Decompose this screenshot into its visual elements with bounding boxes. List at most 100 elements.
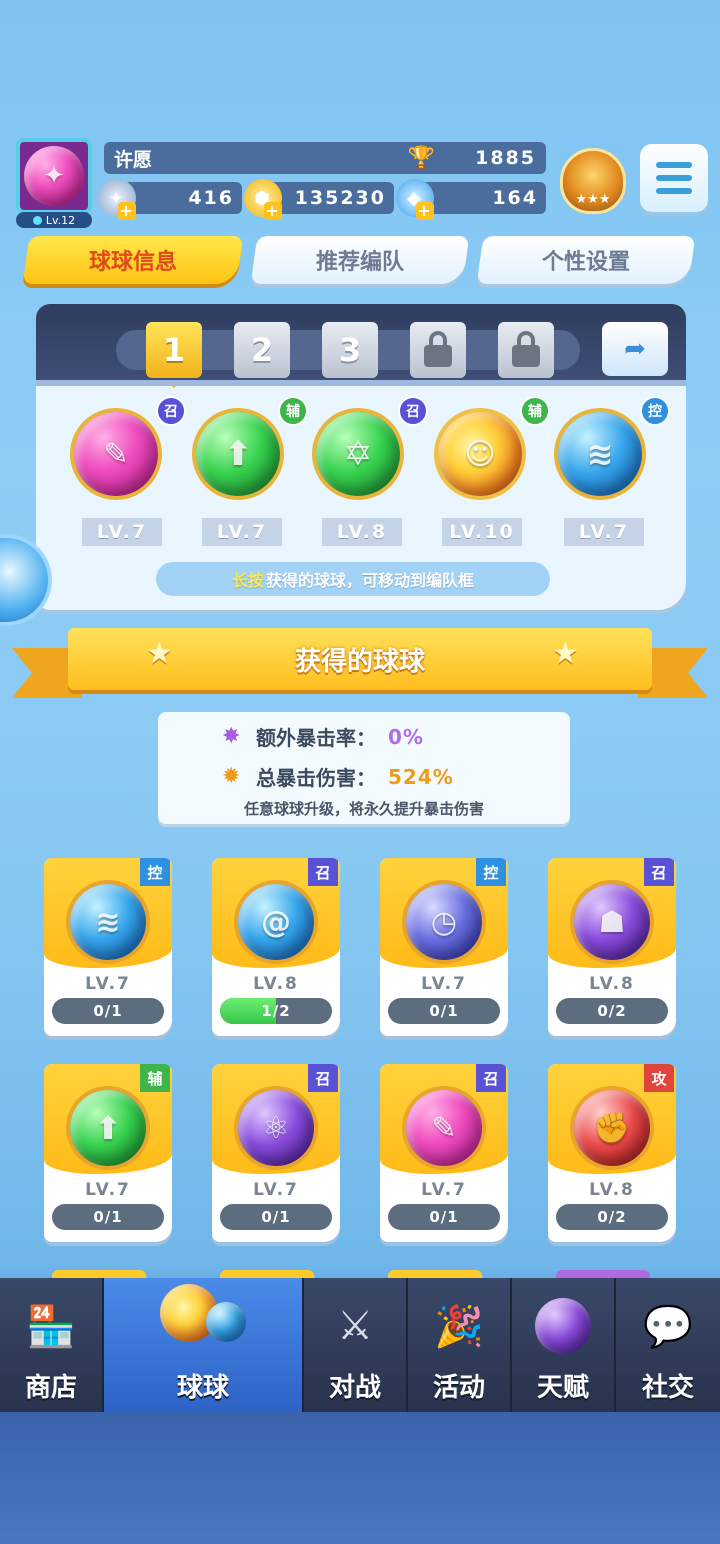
tab-recommended-team[interactable]: 推荐编队 — [250, 236, 470, 284]
team-slot-2[interactable]: 2 — [234, 322, 290, 378]
avatar-ball-icon: ✦ — [24, 146, 84, 206]
type-tag: 辅 — [520, 396, 550, 426]
team-slot-3[interactable]: 3 — [322, 322, 378, 378]
ball-level: LV.7 — [253, 1180, 299, 1200]
upgrade-progress: 0/1 — [52, 1204, 164, 1230]
player-name-bar[interactable]: 许愿 🏆 1885 — [104, 142, 546, 174]
type-tag: 控 — [476, 858, 506, 886]
type-tag: 召 — [308, 858, 338, 886]
locked-slot-4[interactable] — [410, 322, 466, 378]
crit-damage-row: ✹ 总暴击伤害： 524% — [222, 762, 454, 791]
upgrade-progress: 1/2 — [220, 998, 332, 1024]
rank-badge-icon[interactable]: ★★★ — [560, 148, 626, 214]
team-ball-4[interactable]: ☺ 辅 — [434, 396, 550, 504]
nav-label: 商店 — [24, 1373, 77, 1403]
team-slot-1[interactable]: 1 — [146, 322, 202, 388]
crit-rate-row: ✸ 额外暴击率： 0% — [222, 722, 424, 751]
trophy-icon: 🏆 — [407, 145, 436, 171]
upgrade-progress: 0/1 — [388, 1204, 500, 1230]
menu-line — [656, 188, 692, 194]
type-tag: 召 — [398, 396, 428, 426]
team-slot-header: 1 2 3 ➦ — [36, 304, 686, 388]
team-ball-level: LV.8 — [322, 518, 402, 546]
planet-icon — [528, 1291, 598, 1361]
team-ball-5[interactable]: ≋ 控 — [554, 396, 670, 504]
ball-card[interactable]: ◷ 控 LV.7 0/1 — [380, 858, 508, 1036]
crit-damage-icon: ✹ — [222, 764, 241, 789]
team-ball-level: LV.7 — [202, 518, 282, 546]
crit-rate-value: 0% — [388, 724, 424, 749]
upgrade-progress: 0/1 — [388, 998, 500, 1024]
team-ball-level: LV.10 — [442, 518, 522, 546]
nav-social[interactable]: 💬 社交 — [616, 1278, 720, 1412]
team-ball-level: LV.7 — [82, 518, 162, 546]
share-button[interactable]: ➦ — [602, 322, 668, 376]
nav-label: 对战 — [328, 1373, 381, 1403]
upgrade-progress: 0/1 — [52, 998, 164, 1024]
team-ball-1[interactable]: ✎ 召 — [70, 396, 186, 504]
nav-balls[interactable]: 球球 — [104, 1278, 304, 1412]
gold-resource[interactable]: ⬢ + 135230 — [244, 179, 394, 220]
fist-ball-icon: ✊ — [570, 1086, 654, 1170]
crit-damage-label: 总暴击伤害： — [256, 766, 376, 790]
stamina-value: 416 — [188, 187, 234, 209]
ball-card[interactable]: ⚛ 召 LV.7 0/1 — [212, 1064, 340, 1242]
add-gold-button[interactable]: + — [264, 202, 282, 220]
party-icon: 🎉 — [434, 1303, 484, 1350]
ball-card[interactable]: ✊ 攻 LV.8 0/2 — [548, 1064, 676, 1242]
crit-damage-value: 524% — [388, 764, 454, 789]
type-tag: 召 — [156, 396, 186, 426]
gems-resource[interactable]: ◆ + 164 — [396, 179, 546, 220]
tab-personal-settings[interactable]: 个性设置 — [476, 236, 696, 284]
ball-level: LV.7 — [85, 974, 131, 994]
add-stamina-button[interactable]: + — [118, 202, 136, 220]
upgrade-progress: 0/2 — [556, 1204, 668, 1230]
star-icon: ★ — [552, 636, 579, 671]
player-avatar[interactable]: ✦ — [16, 138, 92, 214]
hint-text: 获得的球球，可移动到编队框 — [266, 571, 475, 590]
team-ball-3[interactable]: ✡ 召 — [312, 396, 428, 504]
level-dot-icon — [32, 215, 42, 225]
ball-level: LV.8 — [589, 974, 635, 994]
ball-card[interactable]: ✎ 召 LV.7 0/1 — [380, 1064, 508, 1242]
player-level-badge: Lv.12 — [16, 212, 92, 228]
lock-icon — [424, 331, 452, 367]
type-tag: 辅 — [278, 396, 308, 426]
upgrade-progress: 0/1 — [220, 1204, 332, 1230]
nav-shop[interactable]: 🏪 商店 — [0, 1278, 104, 1412]
bottom-nav: 🏪 商店 球球 ⚔ 对战 🎉 活动 天赋 💬 社交 — [0, 1278, 720, 1412]
ball-card[interactable]: ☗ 召 LV.8 0/2 — [548, 858, 676, 1036]
wave-ball-icon: ≋ — [554, 408, 646, 500]
green-arrow-ball-icon: ⬆ — [66, 1086, 150, 1170]
green-star-ball-icon: ✡ — [312, 408, 404, 500]
type-tag: 控 — [640, 396, 670, 426]
locked-slot-5[interactable] — [498, 322, 554, 378]
purple-planet-icon — [535, 1298, 591, 1354]
ball-card[interactable]: @ 召 LV.8 1/2 — [212, 858, 340, 1036]
team-ball-2[interactable]: ⬆ 辅 — [192, 396, 308, 504]
nav-label: 天赋 — [536, 1373, 589, 1403]
wave-ball-icon: ≋ — [66, 880, 150, 964]
ball-card[interactable]: ⬆ 辅 LV.7 0/1 — [44, 1064, 172, 1242]
swords-icon: ⚔ — [337, 1303, 373, 1349]
clock-ball-icon: ◷ — [402, 880, 486, 964]
nav-label: 社交 — [641, 1373, 694, 1403]
stamina-resource[interactable]: ✦ + 416 — [98, 179, 242, 220]
tab-ball-info[interactable]: 球球信息 — [22, 236, 244, 284]
menu-button[interactable] — [640, 144, 708, 212]
lock-icon — [512, 331, 540, 367]
nav-events[interactable]: 🎉 活动 — [408, 1278, 512, 1412]
nav-battle[interactable]: ⚔ 对战 — [304, 1278, 408, 1412]
pink-ball-icon: ✎ — [402, 1086, 486, 1170]
nav-talent[interactable]: 天赋 — [512, 1278, 616, 1412]
ghost-ball-icon: ☗ — [570, 880, 654, 964]
type-tag: 召 — [644, 858, 674, 886]
gold-value: 135230 — [294, 187, 386, 209]
ball-level: LV.7 — [85, 1180, 131, 1200]
ball-level: LV.8 — [253, 974, 299, 994]
hint-highlight: 长按 — [231, 571, 264, 590]
ball-card[interactable]: ≋ 控 LV.7 0/1 — [44, 858, 172, 1036]
team-ball-level: LV.7 — [564, 518, 644, 546]
nav-label: 活动 — [432, 1373, 485, 1403]
add-gems-button[interactable]: + — [416, 202, 434, 220]
